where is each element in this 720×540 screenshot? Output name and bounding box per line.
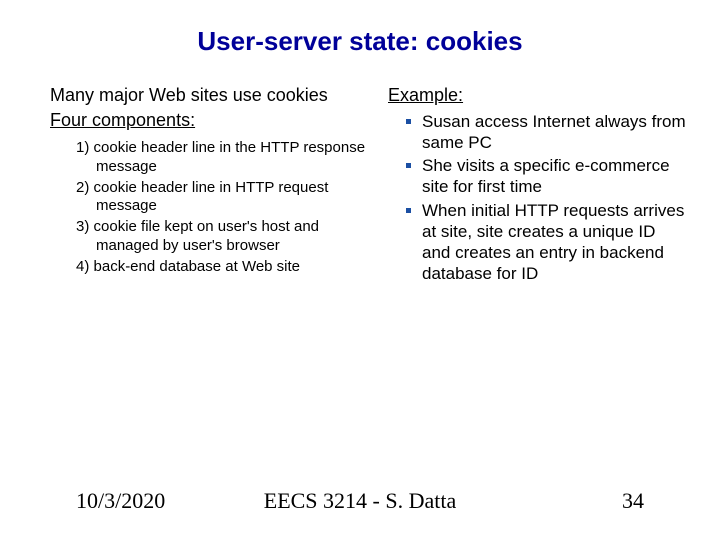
component-4: 4) back-end database at Web site — [76, 258, 370, 277]
example-item-3: When initial HTTP requests arrives at si… — [388, 200, 688, 285]
footer-course: EECS 3214 - S. Datta — [0, 488, 720, 514]
right-column: Example: Susan access Internet always fr… — [388, 84, 688, 287]
component-1: 1) cookie header line in the HTTP respon… — [76, 139, 370, 177]
footer-page: 34 — [622, 488, 644, 514]
components-list: 1) cookie header line in the HTTP respon… — [76, 139, 370, 276]
slide: User-server state: cookies Many major We… — [0, 0, 720, 540]
example-list: Susan access Internet always from same P… — [388, 111, 688, 285]
lead-text: Many major Web sites use cookies — [50, 84, 370, 107]
slide-title: User-server state: cookies — [0, 26, 720, 57]
left-column: Many major Web sites use cookies Four co… — [50, 84, 370, 278]
component-2: 2) cookie header line in HTTP request me… — [76, 179, 370, 217]
example-heading: Example: — [388, 84, 688, 107]
component-3: 3) cookie file kept on user's host and m… — [76, 218, 370, 256]
example-item-2: She visits a specific e-commerce site fo… — [388, 155, 688, 198]
four-components-heading: Four components: — [50, 109, 370, 132]
footer: 10/3/2020 EECS 3214 - S. Datta 34 — [0, 488, 720, 514]
example-item-1: Susan access Internet always from same P… — [388, 111, 688, 154]
